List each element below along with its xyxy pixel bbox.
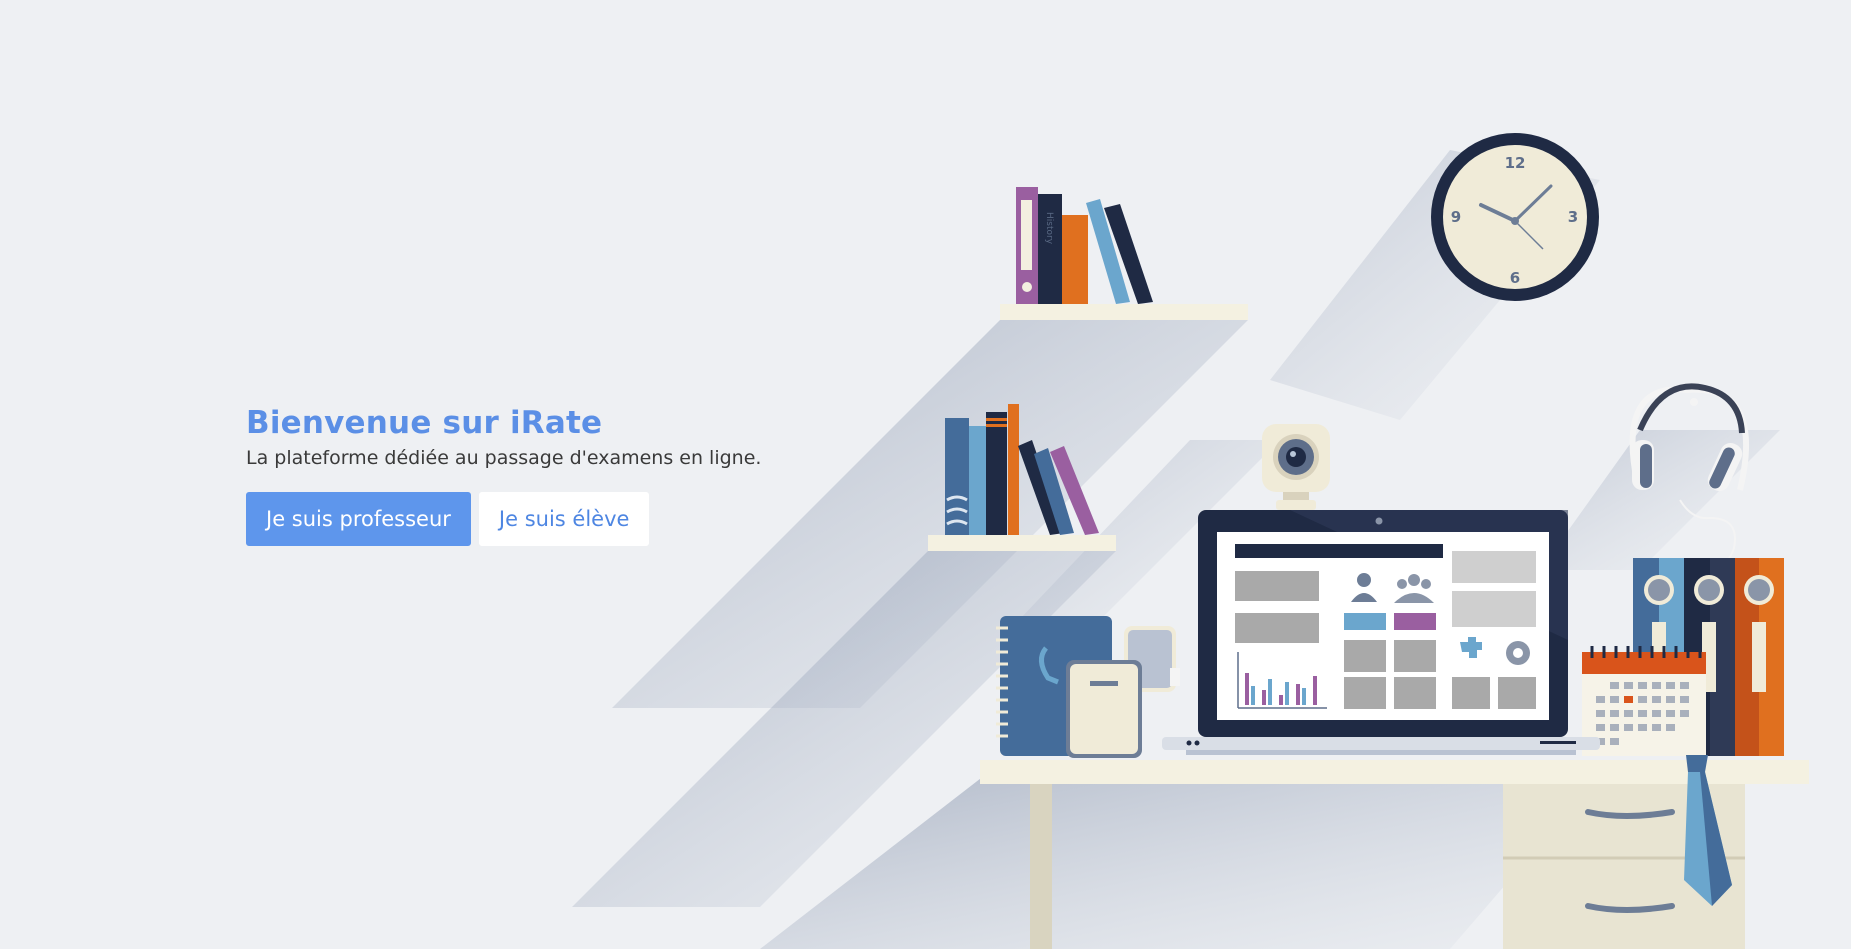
- hard-drive-icon: [1066, 660, 1142, 758]
- book-spine-label: History: [1044, 212, 1054, 245]
- clock-number: 9: [1451, 208, 1461, 226]
- book-icon: [1016, 187, 1038, 304]
- clock-number: 12: [1505, 154, 1526, 172]
- laptop-icon: [1162, 510, 1600, 755]
- calendar-icon: [1582, 646, 1706, 756]
- book-icon: History: [1038, 194, 1062, 304]
- webcam-icon: [1262, 424, 1330, 510]
- book-icon: [1008, 404, 1019, 535]
- gear-icon: [1506, 641, 1530, 665]
- book-icon: [1062, 215, 1088, 304]
- book-icon: [945, 418, 969, 535]
- book-icon: [969, 426, 986, 535]
- clock-number: 3: [1568, 208, 1578, 226]
- book-icon: [986, 412, 1007, 535]
- top-shelf: History: [1000, 187, 1248, 320]
- workspace-illustration: History 12 3 6 9: [572, 133, 1809, 949]
- clock-number: 6: [1510, 269, 1520, 287]
- clock-icon: 12 3 6 9: [1431, 133, 1599, 301]
